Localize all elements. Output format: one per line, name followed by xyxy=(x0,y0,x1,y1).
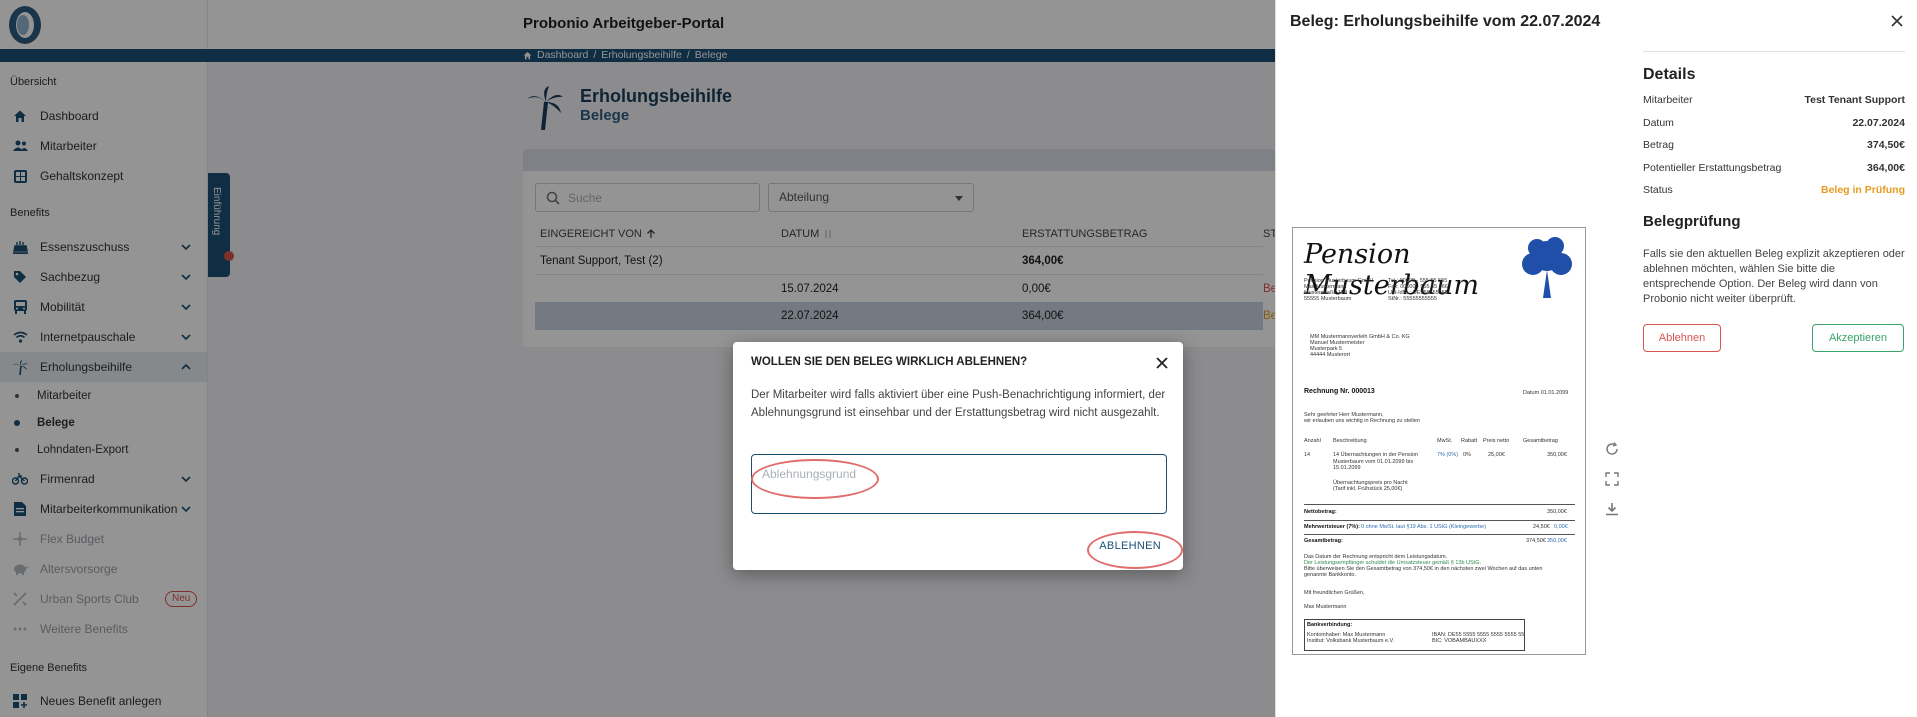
doc-text: Institut: Volksbank Musterbaum e.V. xyxy=(1307,638,1395,644)
doc-text: 350,00€ xyxy=(1547,538,1567,544)
detail-status: Status Beleg in Prüfung xyxy=(1643,184,1905,196)
detail-value: Test Tenant Support xyxy=(1804,94,1905,106)
doc-text: 55555 Musterbaum xyxy=(1304,296,1352,302)
close-icon[interactable] xyxy=(1891,15,1903,27)
detail-label: Betrag xyxy=(1643,139,1674,151)
check-heading: Belegprüfung xyxy=(1643,213,1741,230)
reject-dialog: WOLLEN SIE DEN BELEG WIRKLICH ABLEHNEN? … xyxy=(733,342,1183,570)
doc-text: 350,00€ xyxy=(1547,452,1567,458)
detail-label: Mitarbeiter xyxy=(1643,94,1693,106)
accept-button[interactable]: Akzeptieren xyxy=(1812,324,1904,352)
doc-text: 7% (0%) xyxy=(1437,452,1459,458)
detail-employee: Mitarbeiter Test Tenant Support xyxy=(1643,94,1905,106)
rotate-icon[interactable] xyxy=(1605,442,1619,456)
doc-divider xyxy=(1304,520,1575,521)
doc-text: Bankverbindung: xyxy=(1307,622,1353,628)
doc-text: 25,00€ xyxy=(1488,452,1505,458)
annotation-highlight xyxy=(751,459,879,499)
doc-text: Mit freundlichen Grüßen, xyxy=(1304,590,1365,596)
detail-label: Potentieller Erstattungsbetrag xyxy=(1643,162,1782,174)
doc-text: 374,50€ xyxy=(1526,538,1546,544)
doc-text: Rabatt xyxy=(1461,438,1478,444)
check-text: Falls sie den aktuellen Beleg explizit a… xyxy=(1643,248,1905,305)
doc-text: Gesamtbetrag: xyxy=(1304,538,1343,544)
doc-text: StNr.: 55555555555 xyxy=(1388,296,1437,302)
dialog-title: WOLLEN SIE DEN BELEG WIRKLICH ABLEHNEN? xyxy=(751,356,1028,368)
doc-divider xyxy=(1304,534,1575,535)
doc-text: 0% xyxy=(1463,452,1471,458)
doc-text: 0 ohne MwSt. laut §19 Abs. 1 UStG (Klein… xyxy=(1361,524,1487,530)
detail-label: Status xyxy=(1643,184,1673,196)
doc-text: wir erlauben uns wichtig in Rechnung zu … xyxy=(1304,418,1420,424)
doc-text: Anzahl xyxy=(1304,438,1321,444)
download-icon[interactable] xyxy=(1605,502,1619,516)
tree-logo xyxy=(1522,237,1572,298)
detail-refund: Potentieller Erstattungsbetrag 364,00€ xyxy=(1643,162,1905,174)
doc-text: Datum 01.01.2099 xyxy=(1523,390,1569,396)
doc-text: Mehrwertsteuer (7%): xyxy=(1304,524,1360,530)
doc-text: Nettobetrag: xyxy=(1304,509,1337,515)
doc-text: BIC: VOBAMBAUXXX xyxy=(1432,638,1487,644)
detail-amount: Betrag 374,50€ xyxy=(1643,139,1905,151)
doc-text: 0,00€ xyxy=(1554,524,1568,530)
doc-text: Preis netto xyxy=(1483,438,1510,444)
doc-text: Max Mustermann xyxy=(1304,604,1347,610)
detail-value: 22.07.2024 xyxy=(1852,117,1905,129)
doc-text: MwSt. xyxy=(1437,438,1453,444)
dialog-text: Der Mitarbeiter wird falls aktiviert übe… xyxy=(751,389,1166,419)
panel-title: Beleg: Erholungsbeihilfe vom 22.07.2024 xyxy=(1290,13,1601,30)
fullscreen-icon[interactable] xyxy=(1605,472,1619,486)
detail-label: Datum xyxy=(1643,117,1674,129)
doc-text: 14 xyxy=(1304,452,1311,458)
doc-text: (Tarif inkl. Frühstück 25,00€) xyxy=(1333,486,1403,492)
doc-text: 350,00€ xyxy=(1547,509,1567,515)
doc-text: 14 Übernachtungen in der Pension Musterb… xyxy=(1333,452,1419,471)
doc-invoice-number: Rechnung Nr. 000013 xyxy=(1304,388,1375,395)
doc-text: 24,50€ xyxy=(1533,524,1550,530)
status-badge: Beleg in Prüfung xyxy=(1821,184,1905,196)
doc-text: 44444 Musterort xyxy=(1310,352,1351,358)
doc-text: Beschreibung xyxy=(1333,438,1367,444)
detail-value: 374,50€ xyxy=(1867,139,1905,151)
detail-date: Datum 22.07.2024 xyxy=(1643,117,1905,129)
receipt-preview[interactable]: Pension Musterbaum Pension Musterbaum Gm… xyxy=(1292,227,1586,655)
reject-button[interactable]: Ablehnen xyxy=(1643,324,1721,352)
annotation-highlight xyxy=(1087,531,1183,569)
preview-toolbar xyxy=(1605,442,1619,532)
details-heading: Details xyxy=(1643,66,1696,83)
doc-text: Gesamtbetrag xyxy=(1523,438,1558,444)
doc-divider xyxy=(1304,504,1575,505)
divider xyxy=(1643,51,1905,52)
detail-value: 364,00€ xyxy=(1867,162,1905,174)
doc-text: genannte Bankkonto. xyxy=(1304,572,1356,578)
close-icon[interactable] xyxy=(1155,356,1169,370)
